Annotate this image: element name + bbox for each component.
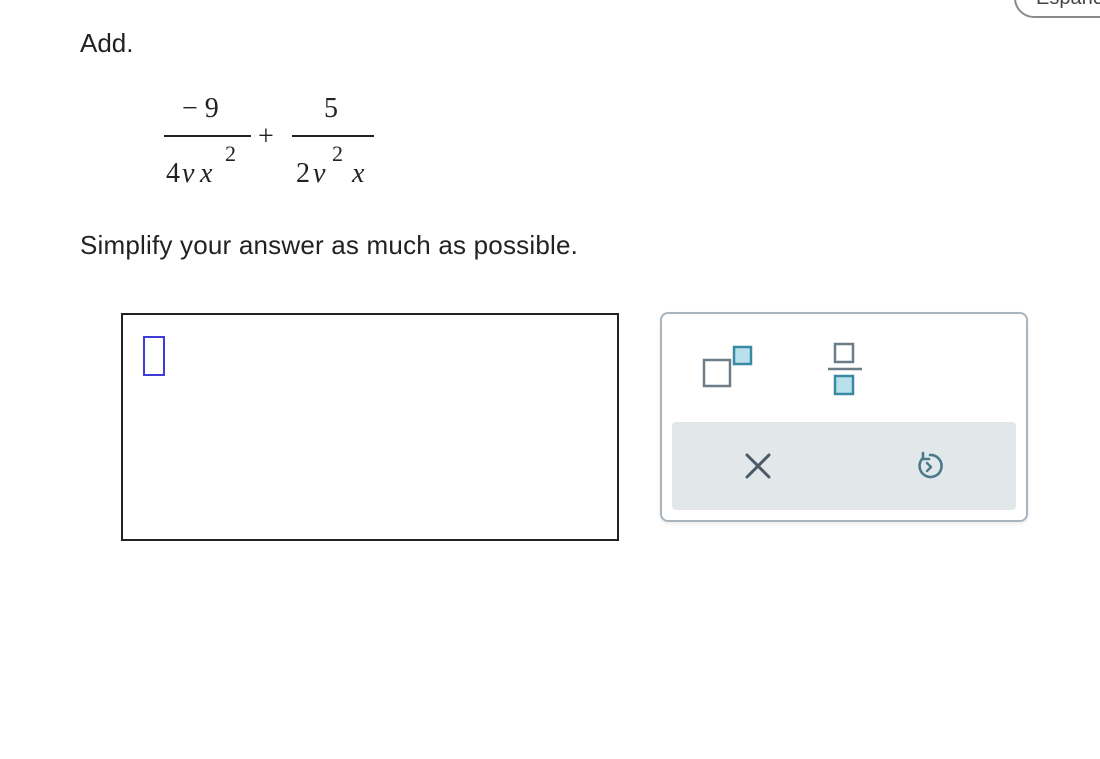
fraction-icon xyxy=(828,342,862,396)
superscript-button[interactable] xyxy=(702,344,758,390)
clear-button[interactable] xyxy=(742,450,774,482)
first-fraction-numerator: − 9 xyxy=(182,93,219,124)
second-fraction-numerator: 5 xyxy=(324,93,338,124)
instruction-add: Add. xyxy=(80,28,134,58)
superscript-icon xyxy=(702,345,753,388)
first-fraction: − 9 4 v x 2 xyxy=(160,95,255,195)
math-palette xyxy=(660,312,1028,522)
fraction-button[interactable] xyxy=(825,338,865,398)
answer-cursor-slot[interactable] xyxy=(143,336,165,376)
plus-operator: + xyxy=(258,121,274,152)
answer-input-area[interactable] xyxy=(121,313,619,541)
language-toggle-label: Español xyxy=(1036,0,1100,8)
clear-x-icon xyxy=(745,453,771,479)
undo-icon xyxy=(918,451,943,479)
second-fraction-denominator-exponent: 2 xyxy=(332,141,343,166)
second-fraction-denominator-v: v xyxy=(313,158,326,189)
first-fraction-denominator-v: v xyxy=(182,158,195,189)
second-fraction-denominator-x: x xyxy=(352,158,365,189)
second-fraction-denominator-coeff: 2 xyxy=(296,158,310,189)
undo-button[interactable] xyxy=(914,450,946,482)
simplify-instruction: Simplify your answer as much as possible… xyxy=(80,230,579,260)
first-fraction-denominator-x: x xyxy=(200,158,213,189)
second-fraction-bar xyxy=(292,135,374,137)
language-toggle-button[interactable]: Español xyxy=(1014,0,1100,18)
first-fraction-bar xyxy=(164,135,251,137)
palette-action-bar xyxy=(672,422,1016,510)
first-fraction-denominator-exponent: 2 xyxy=(225,141,236,166)
second-fraction: 5 2 v 2 x xyxy=(288,95,378,195)
first-fraction-denominator-coeff: 4 xyxy=(166,158,180,189)
